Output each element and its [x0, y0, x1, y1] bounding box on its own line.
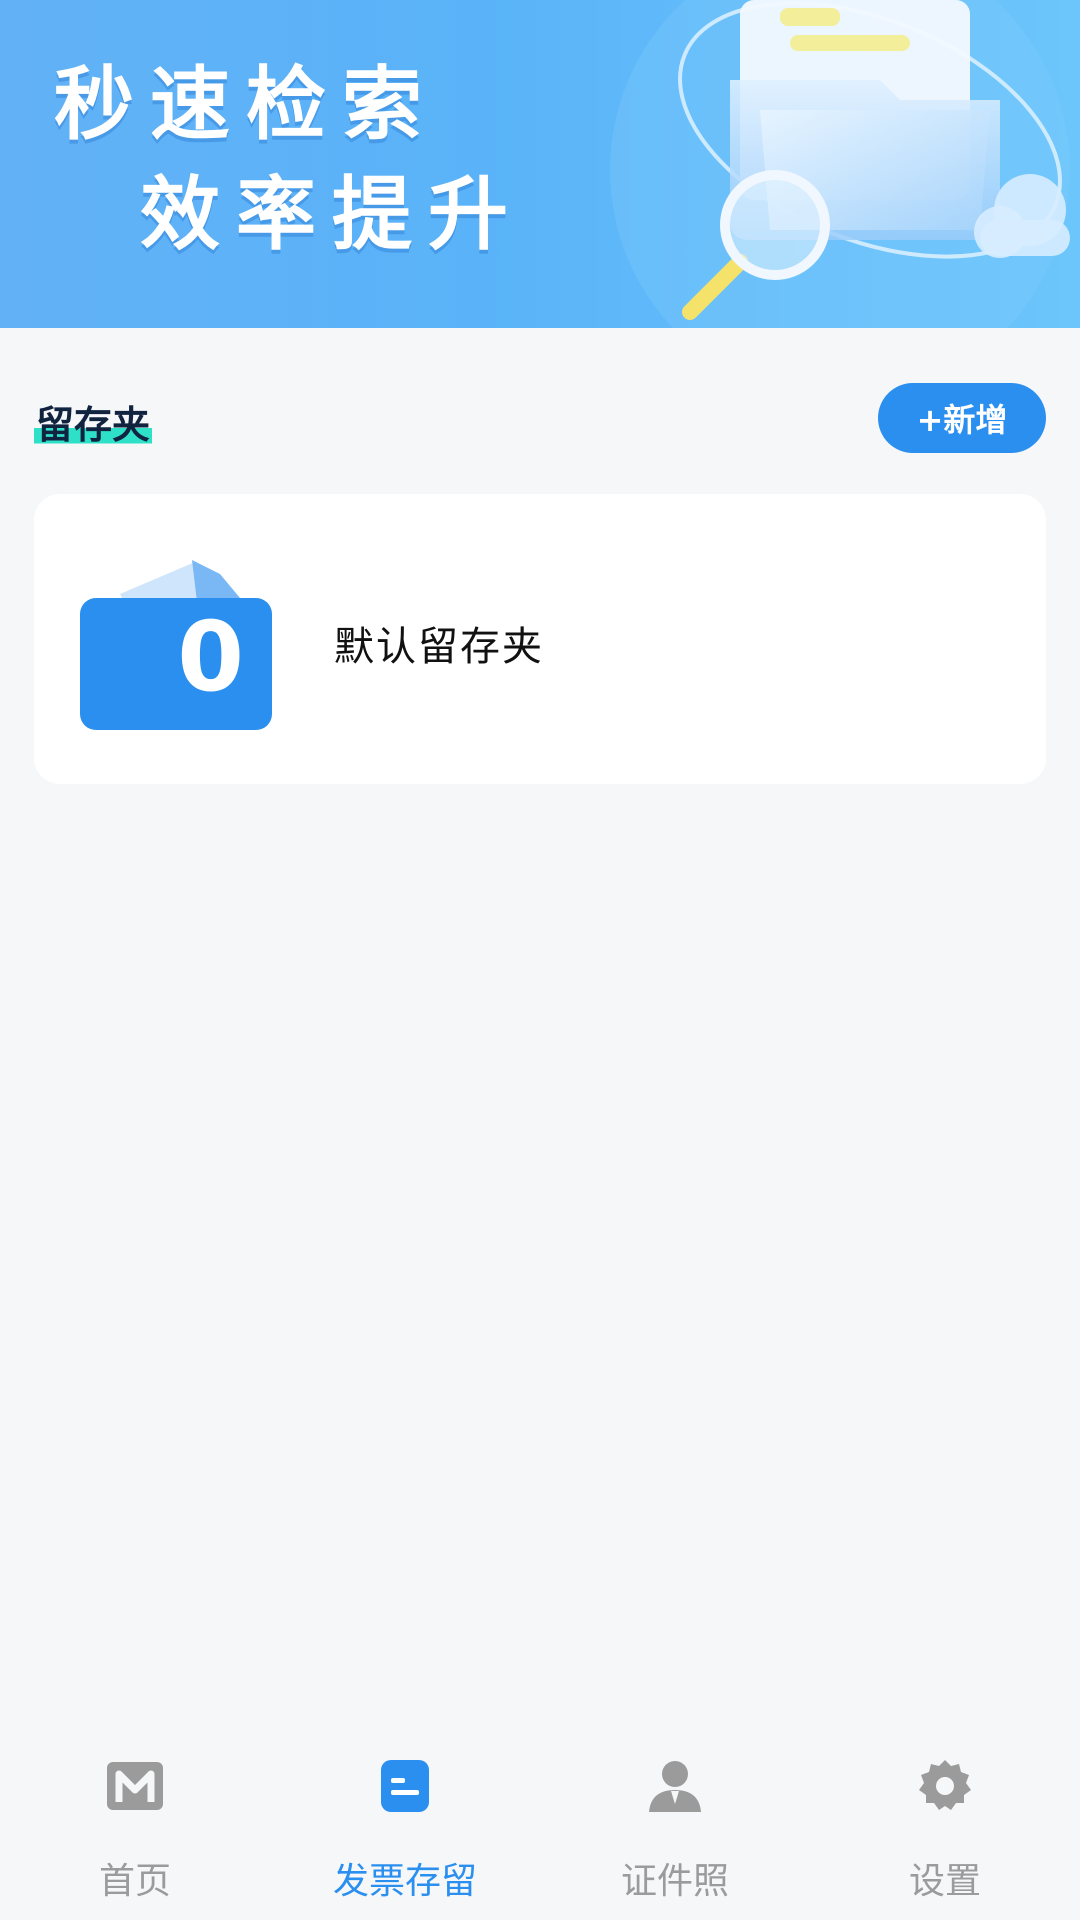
nav-label-id-photo: 证件照 — [620, 1861, 729, 1902]
bottom-nav: 首页 发票存留 证件照 设置 — [0, 1730, 1080, 1920]
banner-headline-1: 秒速检索 — [54, 58, 438, 151]
folder-search-illustration — [610, 0, 1070, 328]
invoice-icon — [381, 1760, 429, 1812]
gear-icon — [919, 1760, 971, 1810]
folder-card-default[interactable]: 0 默认留存夹 — [34, 494, 1046, 784]
person-icon — [649, 1761, 701, 1812]
home-m-icon — [107, 1762, 163, 1810]
folder-file-count: 0 — [177, 601, 244, 713]
section-title: 留存夹 — [34, 394, 153, 449]
nav-label-invoice: 发票存留 — [332, 1861, 477, 1902]
folder-icon: 0 — [80, 554, 272, 730]
nav-label-settings: 设置 — [908, 1861, 981, 1902]
page: 秒速检索 效率提升 留存夹 +新增 0 默认留存夹 首页 发票存留 证件照 设置 — [0, 0, 1080, 1920]
nav-item-settings[interactable]: 设置 — [810, 1730, 1080, 1920]
banner-headline-2: 效率提升 — [140, 168, 524, 261]
nav-item-id-photo[interactable]: 证件照 — [540, 1730, 810, 1920]
folder-name: 默认留存夹 — [334, 624, 544, 670]
nav-item-invoice[interactable]: 发票存留 — [270, 1730, 540, 1920]
nav-label-home: 首页 — [98, 1861, 171, 1902]
add-folder-button[interactable]: +新增 — [878, 383, 1046, 453]
nav-item-home[interactable]: 首页 — [0, 1730, 270, 1920]
promo-banner[interactable]: 秒速检索 效率提升 — [0, 0, 1080, 328]
